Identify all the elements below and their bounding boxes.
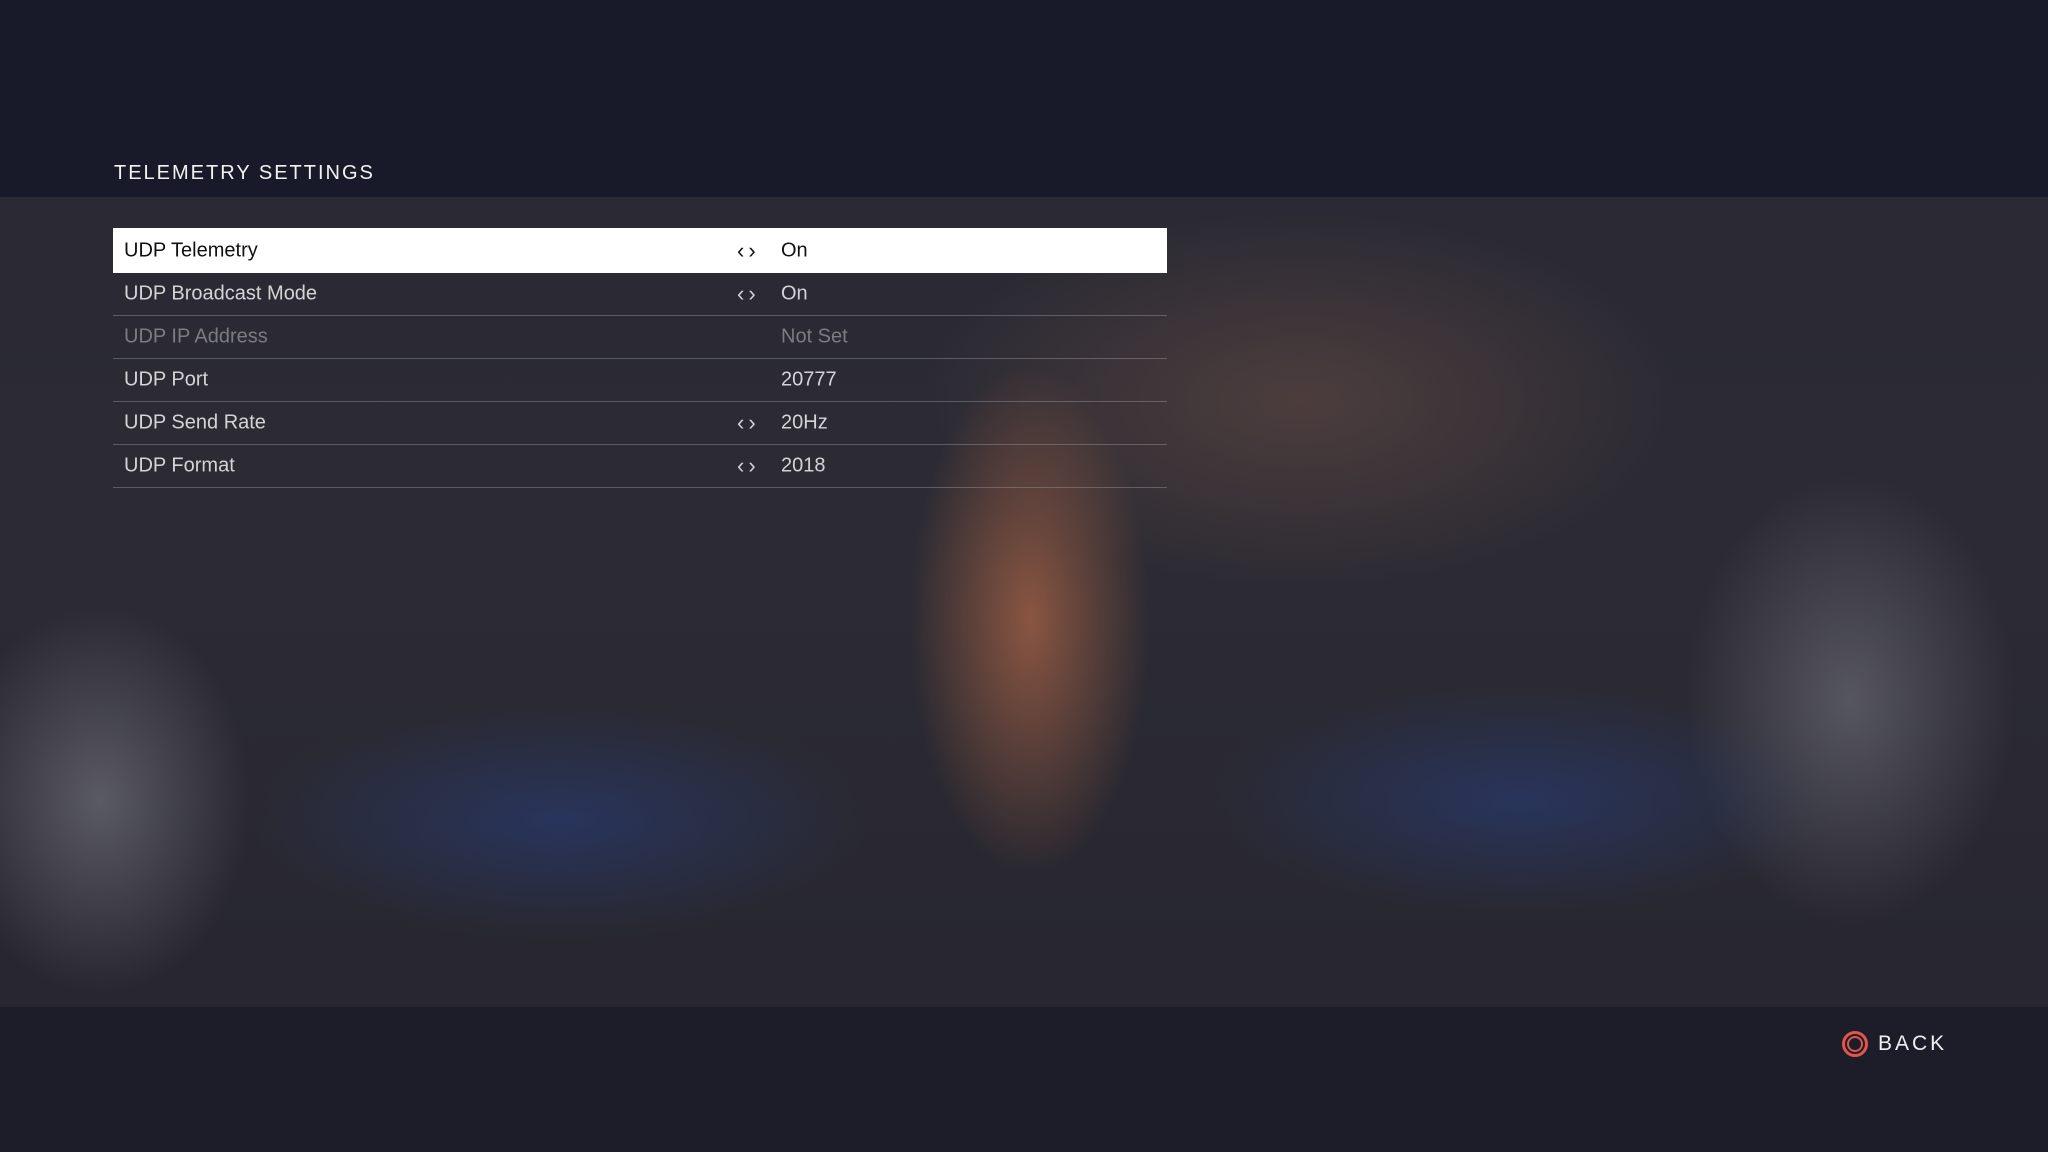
back-label: BACK [1878, 1032, 1948, 1055]
setting-udp-format[interactable]: UDP Format ‹› 2018 [113, 445, 1167, 488]
setting-value: Not Set [781, 325, 848, 348]
setting-udp-broadcast-mode[interactable]: UDP Broadcast Mode ‹› On [113, 273, 1167, 316]
setting-value: 2018 [781, 454, 826, 477]
footer-bar [0, 1007, 2048, 1152]
setting-label: UDP IP Address [124, 325, 268, 348]
chevron-left-right-icon[interactable]: ‹› [737, 238, 760, 264]
setting-label: UDP Send Rate [124, 411, 266, 434]
setting-label: UDP Format [124, 454, 235, 477]
settings-list: UDP Telemetry ‹› On UDP Broadcast Mode ‹… [113, 228, 1167, 488]
page-title: TELEMETRY SETTINGS [114, 162, 375, 184]
back-button[interactable]: BACK [1842, 1031, 1947, 1057]
circle-button-icon [1842, 1031, 1868, 1057]
setting-value: On [781, 282, 808, 305]
setting-value: On [781, 239, 808, 261]
setting-label: UDP Port [124, 368, 209, 391]
setting-value: 20Hz [781, 411, 828, 434]
setting-label: UDP Broadcast Mode [124, 282, 318, 305]
chevron-left-right-icon[interactable]: ‹› [737, 453, 760, 479]
setting-value: 20777 [781, 368, 837, 391]
chevron-left-right-icon[interactable]: ‹› [737, 281, 760, 307]
setting-label: UDP Telemetry [124, 239, 258, 261]
setting-udp-telemetry[interactable]: UDP Telemetry ‹› On [113, 228, 1167, 273]
setting-udp-send-rate[interactable]: UDP Send Rate ‹› 20Hz [113, 402, 1167, 445]
setting-udp-ip-address: UDP IP Address Not Set [113, 316, 1167, 359]
setting-udp-port[interactable]: UDP Port 20777 [113, 359, 1167, 402]
chevron-left-right-icon[interactable]: ‹› [737, 410, 760, 436]
